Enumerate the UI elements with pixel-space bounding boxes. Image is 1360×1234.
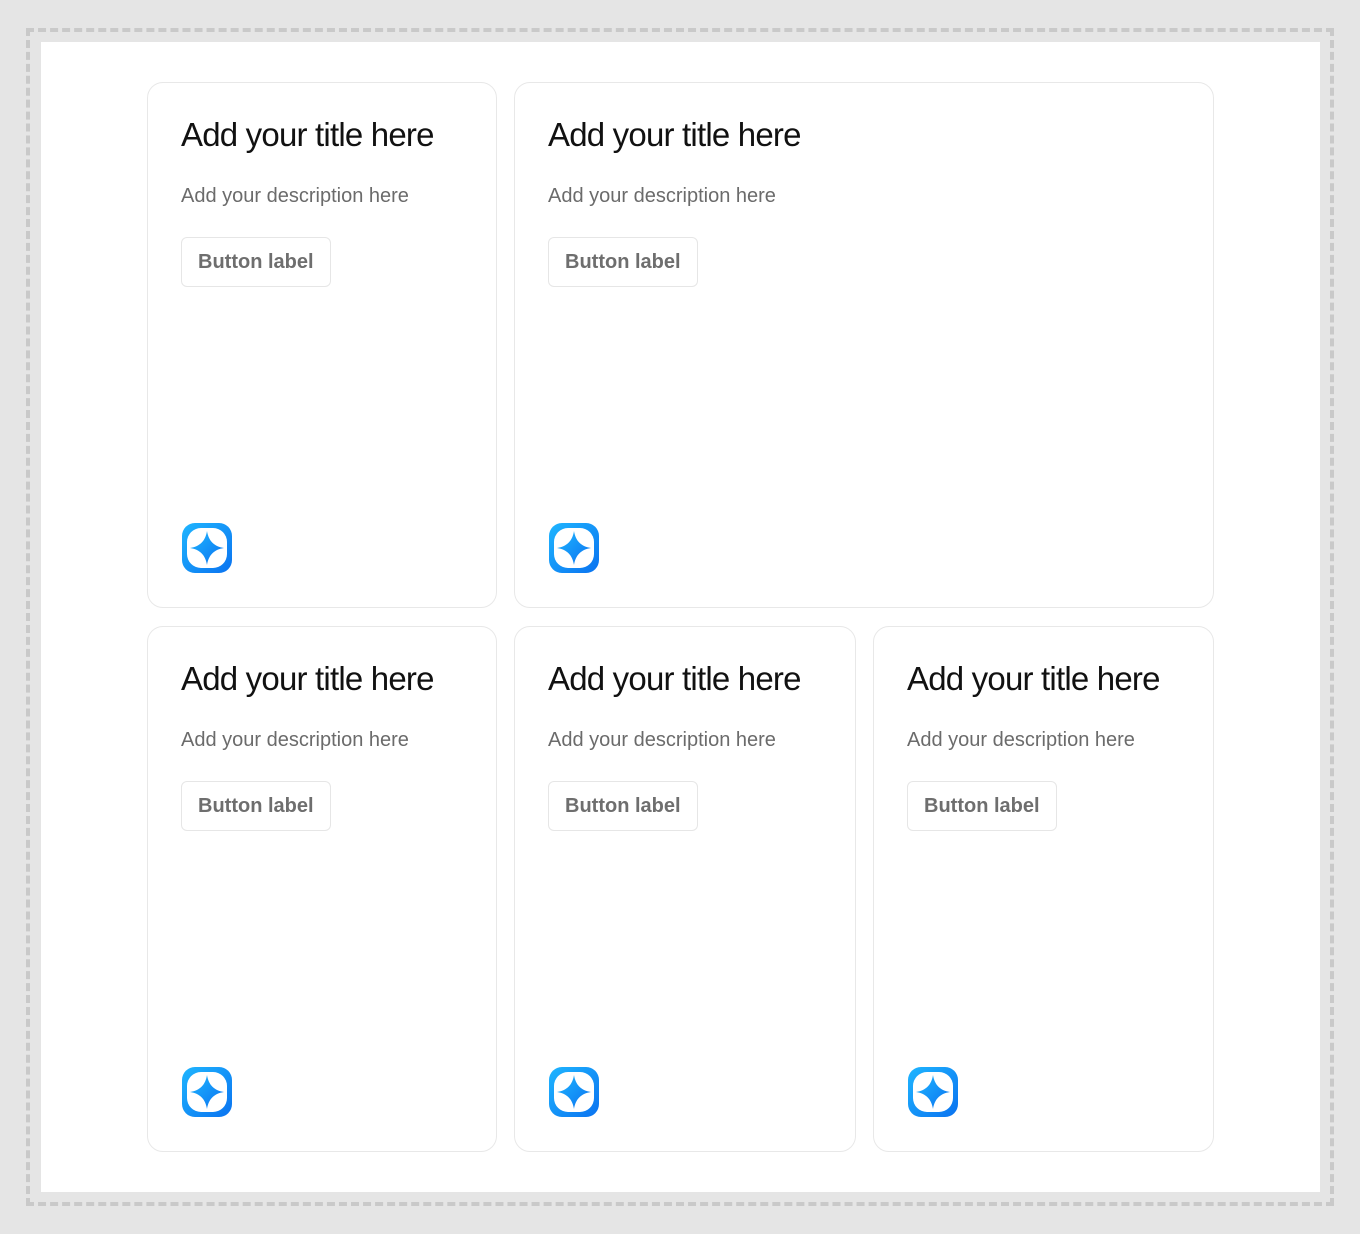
card-title: Add your title here: [181, 660, 434, 697]
sparkle-app-icon: [907, 1066, 959, 1118]
card-title: Add your title here: [548, 660, 801, 697]
card-button[interactable]: Button label: [181, 781, 331, 831]
card-button[interactable]: Button label: [907, 781, 1057, 831]
card-button[interactable]: Button label: [181, 237, 331, 287]
card-description: Add your description here: [548, 729, 776, 751]
card-description: Add your description here: [181, 729, 409, 751]
card-button[interactable]: Button label: [548, 237, 698, 287]
card-description: Add your description here: [548, 185, 776, 207]
card-description: Add your description here: [181, 185, 409, 207]
card-2: Add your title here Add your description…: [514, 82, 1214, 608]
canvas: Add your title here Add your description…: [41, 42, 1320, 1192]
card-title: Add your title here: [548, 116, 801, 153]
sparkle-app-icon: [181, 1066, 233, 1118]
card-button[interactable]: Button label: [548, 781, 698, 831]
card-title: Add your title here: [907, 660, 1160, 697]
sparkle-app-icon: [548, 522, 600, 574]
sparkle-app-icon: [548, 1066, 600, 1118]
card-3: Add your title here Add your description…: [147, 626, 497, 1152]
card-4: Add your title here Add your description…: [514, 626, 856, 1152]
card-1: Add your title here Add your description…: [147, 82, 497, 608]
sparkle-app-icon: [181, 522, 233, 574]
card-5: Add your title here Add your description…: [873, 626, 1214, 1152]
card-description: Add your description here: [907, 729, 1135, 751]
card-title: Add your title here: [181, 116, 434, 153]
